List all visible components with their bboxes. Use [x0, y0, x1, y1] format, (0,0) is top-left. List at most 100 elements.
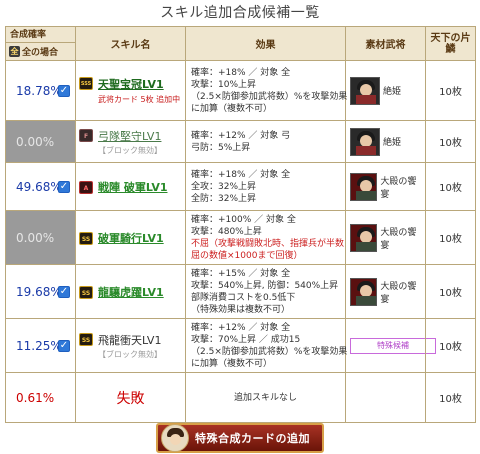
- effect-line: 屈の数値×1000まで回復）: [191, 250, 303, 261]
- skill-sub-note: 武将カード 5枚 追加中: [98, 95, 181, 104]
- material-card-image[interactable]: [350, 127, 380, 156]
- add-special-card-button[interactable]: 特殊合成カードの追加: [156, 423, 324, 453]
- table-row: 0.61% 失敗 追加スキルなし 10枚: [5, 372, 476, 423]
- material-name: 大殿の饗宴: [380, 281, 417, 305]
- effect-line: 全防：32%上昇: [191, 193, 257, 204]
- tenka-header: 天下の片鱗: [425, 26, 476, 61]
- effect-cell: 追加スキルなし: [185, 372, 346, 423]
- effect-line: 部隊消費コストを0.5低下: [191, 292, 296, 303]
- tenka-cell: 10枚: [425, 264, 476, 319]
- rank-badge: A: [79, 180, 93, 194]
- effect-line: 確率：+12% ／ 対象 全: [191, 322, 291, 333]
- material-card-image[interactable]: [350, 172, 378, 201]
- tenka-cell: 10枚: [425, 162, 476, 211]
- no-skill-text: 追加スキルなし: [233, 392, 297, 403]
- rate-cell: 0.61%: [5, 372, 76, 423]
- skill-name-link[interactable]: 龍驤虎躍LV1: [98, 284, 182, 300]
- effect-cell: 確率：+15% ／ 対象 全 攻撃：540%上昇, 防御：540%上昇 部隊消費…: [185, 264, 346, 319]
- skill-cell: SSS 天聖宝冠LV1 武将カード 5枚 追加中: [75, 60, 186, 121]
- rate-cell: 0.00%: [5, 120, 76, 163]
- effect-line: （2.5×防御参加武将数）%を攻撃効果: [191, 91, 348, 102]
- skill-cell: A 戦陣 破軍LV1: [75, 162, 186, 211]
- all-case-toggle[interactable]: 全 全の場合: [6, 43, 75, 60]
- tenka-cell: 10枚: [425, 60, 476, 121]
- rate-cell: 18.78% ✓: [5, 60, 76, 121]
- rate-value: 18.78%: [16, 83, 62, 98]
- select-checkbox[interactable]: ✓: [58, 180, 70, 193]
- effect-line: 攻撃：480%上昇: [191, 226, 262, 237]
- material-card-image[interactable]: [350, 223, 378, 252]
- rate-value: 19.68%: [16, 284, 62, 299]
- effect-line: 確率：+100% ／ 対象 全: [191, 214, 296, 225]
- rate-header: 合成確率 全 全の場合: [5, 26, 76, 61]
- rate-value: 0.00%: [16, 134, 55, 149]
- tenka-cell: 10枚: [425, 210, 476, 265]
- effect-line: （2.5×防御参加武将数）%を攻撃効果: [191, 346, 348, 357]
- material-card-image[interactable]: [350, 76, 380, 105]
- rate-cell: 49.68% ✓: [5, 162, 76, 211]
- table-row: 19.68% ✓ SS 龍驤虎躍LV1 確率：+15% ／ 対象 全 攻撃：54…: [5, 264, 476, 319]
- rank-badge: SSS: [79, 77, 93, 90]
- effect-cell: 確率：+12% ／ 対象 全 攻撃：70%上昇 ／ 成功15 （2.5×防御参加…: [185, 318, 348, 373]
- table-row: 11.25% ✓ SS 飛龍衝天LV1 【ブロック無効】 確率：+12% ／ 対…: [5, 318, 476, 373]
- tenka-cell: 10枚: [425, 120, 476, 163]
- effect-line: 攻撃：10%上昇: [191, 79, 257, 90]
- effect-line: 確率：+18% ／ 対象 全: [191, 169, 291, 180]
- effect-header: 効果: [185, 26, 346, 61]
- select-checkbox[interactable]: ✓: [58, 84, 70, 97]
- skill-cell: 失敗: [75, 372, 186, 423]
- skill-name-link[interactable]: 天聖宝冠LV1: [98, 76, 182, 92]
- material-cell: 大殿の饗宴: [345, 210, 426, 265]
- table-header-row: 合成確率 全 全の場合 スキル名 効果 素材武将 天下の片鱗: [5, 26, 476, 61]
- all-case-label: 全の場合: [22, 48, 59, 58]
- skill-name-link[interactable]: 破軍騎行LV1: [98, 230, 182, 246]
- effect-line: 確率：+12% ／ 対象 弓: [191, 130, 291, 141]
- select-checkbox[interactable]: ✓: [58, 339, 70, 352]
- character-portrait-icon: [161, 424, 189, 452]
- effect-cell: 確率：+18% ／ 対象 全 全攻：32%上昇 全防：32%上昇: [185, 162, 346, 211]
- rate-value: 0.00%: [16, 230, 55, 245]
- tenka-cell: 10枚: [425, 318, 476, 373]
- material-cell: 大殿の饗宴: [345, 264, 426, 319]
- material-name: 大殿の饗宴: [380, 227, 417, 251]
- skill-cell: F 弓隊堅守LV1 【ブロック無効】: [75, 120, 186, 163]
- skill-header: スキル名: [75, 26, 186, 61]
- material-name: 絶姫: [383, 87, 402, 97]
- rank-badge: SS: [79, 231, 93, 245]
- effect-cell: 確率：+12% ／ 対象 弓 弓防：5%上昇: [185, 120, 346, 163]
- rank-badge: F: [79, 128, 93, 142]
- skill-name-link[interactable]: 弓隊堅守LV1: [98, 128, 182, 144]
- material-card-image[interactable]: [350, 277, 378, 306]
- skill-name-link[interactable]: 飛龍衝天LV1: [98, 332, 182, 348]
- material-cell: [345, 372, 426, 423]
- table-row: 0.00% SS 破軍騎行LV1 確率：+100% ／ 対象 全 攻撃：480%…: [5, 210, 476, 265]
- material-header: 素材武将: [345, 26, 426, 61]
- table-row: 0.00% F 弓隊堅守LV1 【ブロック無効】 確率：+12% ／ 対象 弓 …: [5, 120, 476, 163]
- block-invalid-label: 【ブロック無効】: [98, 145, 162, 155]
- table-row: 49.68% ✓ A 戦陣 破軍LV1 確率：+18% ／ 対象 全 全攻：32…: [5, 162, 476, 211]
- rate-cell: 19.68% ✓: [5, 264, 76, 319]
- effect-line: 攻撃：540%上昇, 防御：540%上昇: [191, 280, 339, 291]
- effect-line: （特殊効果は複数不可）: [191, 304, 291, 315]
- material-cell: 絶姫: [345, 120, 426, 163]
- effect-line: に加算（複数不可）: [191, 358, 273, 369]
- effect-line: 弓防：5%上昇: [191, 142, 251, 153]
- skill-cell: SS 飛龍衝天LV1 【ブロック無効】: [75, 318, 186, 373]
- effect-line: 不屈（攻撃戦闘敗北時、指揮兵が半数: [191, 238, 345, 249]
- select-checkbox[interactable]: ✓: [58, 285, 70, 298]
- rate-value: 11.25%: [16, 338, 62, 353]
- tenka-cell: 10枚: [425, 372, 476, 423]
- skill-cell: SS 破軍騎行LV1: [75, 210, 186, 265]
- effect-line: に加算（複数不可）: [191, 103, 273, 114]
- effect-cell: 確率：+100% ／ 対象 全 攻撃：480%上昇 不屈（攻撃戦闘敗北時、指揮兵…: [185, 210, 346, 265]
- special-candidate-button[interactable]: 特殊候補: [350, 337, 436, 354]
- skill-name-link[interactable]: 戦陣 破軍LV1: [98, 179, 182, 195]
- effect-line: 攻撃：70%上昇 ／ 成功15: [191, 334, 301, 345]
- material-cell: 絶姫: [345, 60, 426, 121]
- rate-header-label: 合成確率: [6, 27, 75, 43]
- synthesis-candidate-table: 合成確率 全 全の場合 スキル名 効果 素材武将 天下の片鱗 18.78% ✓ …: [5, 26, 476, 423]
- rank-badge: SS: [79, 332, 93, 346]
- fail-label: 失敗: [116, 390, 145, 407]
- effect-cell: 確率：+18% ／ 対象 全 攻撃：10%上昇 （2.5×防御参加武将数）%を攻…: [185, 60, 348, 121]
- effect-line: 全攻：32%上昇: [191, 181, 257, 192]
